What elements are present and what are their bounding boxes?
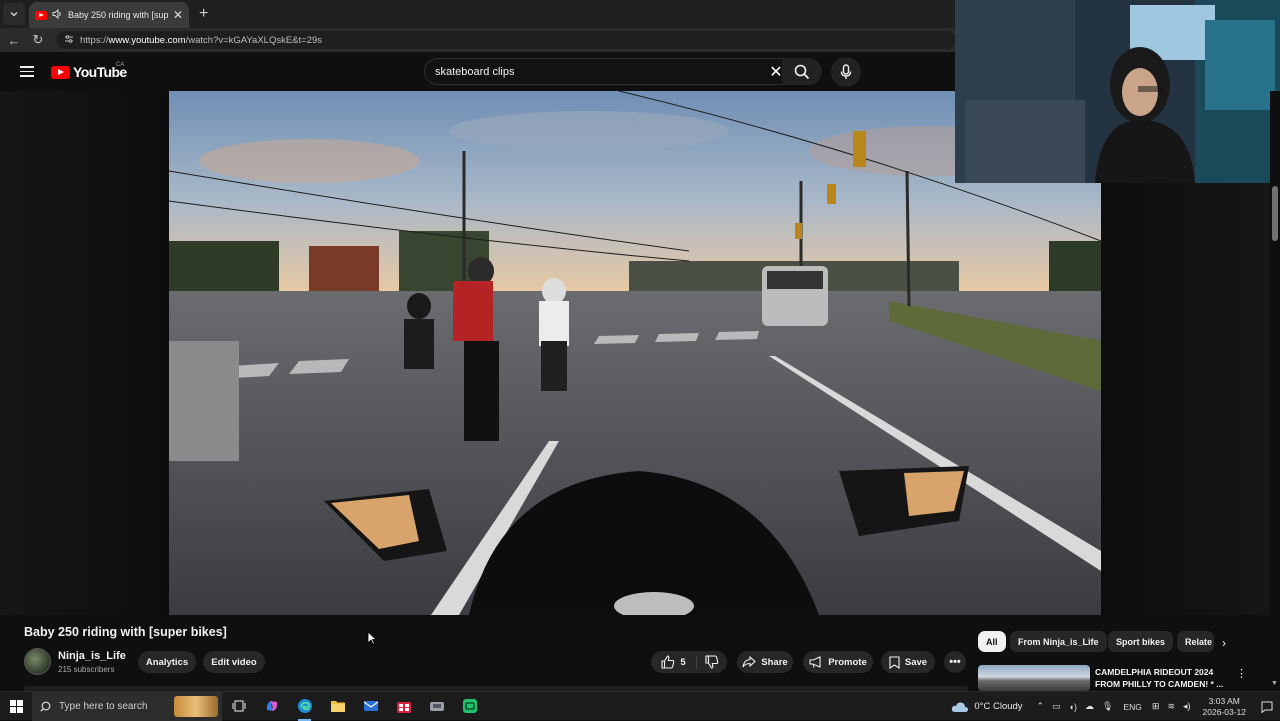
recommendation-menu-icon[interactable]: ⋮ xyxy=(1236,667,1247,680)
task-view-icon[interactable] xyxy=(222,692,255,721)
channel-name[interactable]: Ninja_is_Life xyxy=(58,650,126,662)
mic-icon xyxy=(840,64,852,79)
youtube-favicon-icon xyxy=(35,10,47,20)
input-language[interactable]: ENG xyxy=(1123,702,1141,712)
url-field[interactable]: https://www.youtube.com/watch?v=kGAYaXLQ… xyxy=(56,31,956,49)
mail-app-icon[interactable] xyxy=(354,692,387,721)
mic-tray-icon[interactable]: 🎙 xyxy=(1102,701,1113,712)
edge-browser-icon[interactable] xyxy=(288,692,321,721)
wifi-icon[interactable]: ≋ xyxy=(1167,701,1175,712)
search-query: skateboard clips xyxy=(435,65,515,78)
cloud-sync-icon[interactable]: ☁ xyxy=(1085,701,1094,712)
new-tab-icon[interactable]: + xyxy=(199,5,208,23)
reload-icon[interactable]: ↻ xyxy=(28,32,48,48)
weather-text[interactable]: 0°C Cloudy xyxy=(974,701,1022,712)
chip-from-channel[interactable]: From Ninja_is_Life xyxy=(1010,631,1107,652)
search-icon xyxy=(40,701,51,712)
hamburger-icon[interactable] xyxy=(20,66,34,77)
mouse-cursor-icon xyxy=(367,631,377,645)
copilot-icon[interactable] xyxy=(255,692,288,721)
video-title: Baby 250 riding with [super bikes] xyxy=(24,625,227,639)
recommendation-thumbnail[interactable] xyxy=(978,665,1090,691)
search-highlight-image xyxy=(174,695,218,717)
country-code: CA xyxy=(116,62,125,68)
like-icon xyxy=(661,655,675,669)
taskbar-search-input[interactable]: Type here to search xyxy=(32,691,222,721)
search-icon xyxy=(794,64,810,79)
share-button[interactable]: Share xyxy=(737,651,793,673)
promote-icon xyxy=(809,656,821,668)
speaker-icon[interactable] xyxy=(52,6,63,24)
notifications-icon[interactable] xyxy=(1254,701,1280,713)
save-icon xyxy=(889,655,900,669)
chat-app-icon[interactable] xyxy=(453,692,486,721)
url-text: https://www.youtube.com/watch?v=kGAYaXLQ… xyxy=(80,34,323,46)
scroll-down-arrow-icon[interactable]: ▼ xyxy=(1271,680,1278,687)
search-input[interactable]: skateboard clips ✕ xyxy=(424,58,792,85)
volume-icon[interactable]: ◖) xyxy=(1069,702,1077,712)
chip-related[interactable]: Relate xyxy=(1177,631,1214,652)
youtube-play-icon xyxy=(51,65,70,79)
like-count: 5 xyxy=(680,656,686,668)
more-icon: ••• xyxy=(949,656,961,668)
browser-tab[interactable]: Baby 250 riding with [super b ✕ xyxy=(29,2,189,28)
tab-list-icon[interactable] xyxy=(3,3,25,25)
weather-cloud-icon[interactable] xyxy=(951,701,969,713)
windows-taskbar: Type here to search 0°C Cloudy ⌃ ▭ ◖) ☁ … xyxy=(0,691,1280,721)
subscriber-count: 215 subscribers xyxy=(58,665,115,674)
dislike-button[interactable] xyxy=(697,655,727,669)
speaker-tray-icon[interactable]: ◂) xyxy=(1183,701,1191,712)
analytics-button[interactable]: Analytics xyxy=(138,651,196,673)
network-icon[interactable]: ▭ xyxy=(1052,701,1061,712)
tab-title: Baby 250 riding with [super b xyxy=(68,10,168,20)
back-icon[interactable]: ← xyxy=(4,33,24,48)
chevron-right-icon[interactable]: › xyxy=(1222,636,1226,650)
chevron-up-icon[interactable]: ⌃ xyxy=(1037,701,1045,712)
security-icon[interactable]: ⊞ xyxy=(1152,701,1160,712)
like-button[interactable]: 5 xyxy=(651,655,697,669)
store-app-icon[interactable] xyxy=(387,692,420,721)
avatar[interactable] xyxy=(24,648,51,675)
voice-search-button[interactable] xyxy=(831,57,861,87)
dislike-icon xyxy=(705,655,719,669)
chip-sport-bikes[interactable]: Sport bikes xyxy=(1108,631,1174,652)
share-icon xyxy=(742,656,757,668)
recommendation-title[interactable]: CAMDELPHIA RIDEOUT 2024 FROM PHILLY TO C… xyxy=(1095,666,1230,690)
webcam-overlay xyxy=(955,0,1280,183)
page-scrollbar[interactable]: ▼ xyxy=(1270,91,1280,691)
site-info-icon[interactable] xyxy=(64,31,74,49)
file-explorer-icon[interactable] xyxy=(321,692,354,721)
close-icon[interactable]: ✕ xyxy=(173,8,183,22)
save-button[interactable]: Save xyxy=(881,651,935,673)
chip-all[interactable]: All xyxy=(978,631,1006,652)
scrollbar-thumb[interactable] xyxy=(1272,186,1278,241)
edit-video-button[interactable]: Edit video xyxy=(203,651,265,673)
system-tray: 0°C Cloudy ⌃ ▭ ◖) ☁ 🎙 ENG ⊞ ≋ ◂) 3:03 AM… xyxy=(951,692,1280,721)
like-dislike-group: 5 xyxy=(651,651,727,673)
search-button[interactable] xyxy=(782,58,822,85)
game-app-icon[interactable] xyxy=(420,692,453,721)
clock[interactable]: 3:03 AM 2026-03-12 xyxy=(1203,696,1246,718)
promote-button[interactable]: Promote xyxy=(803,651,873,673)
more-actions-button[interactable]: ••• xyxy=(944,651,966,673)
windows-icon[interactable] xyxy=(0,692,32,721)
